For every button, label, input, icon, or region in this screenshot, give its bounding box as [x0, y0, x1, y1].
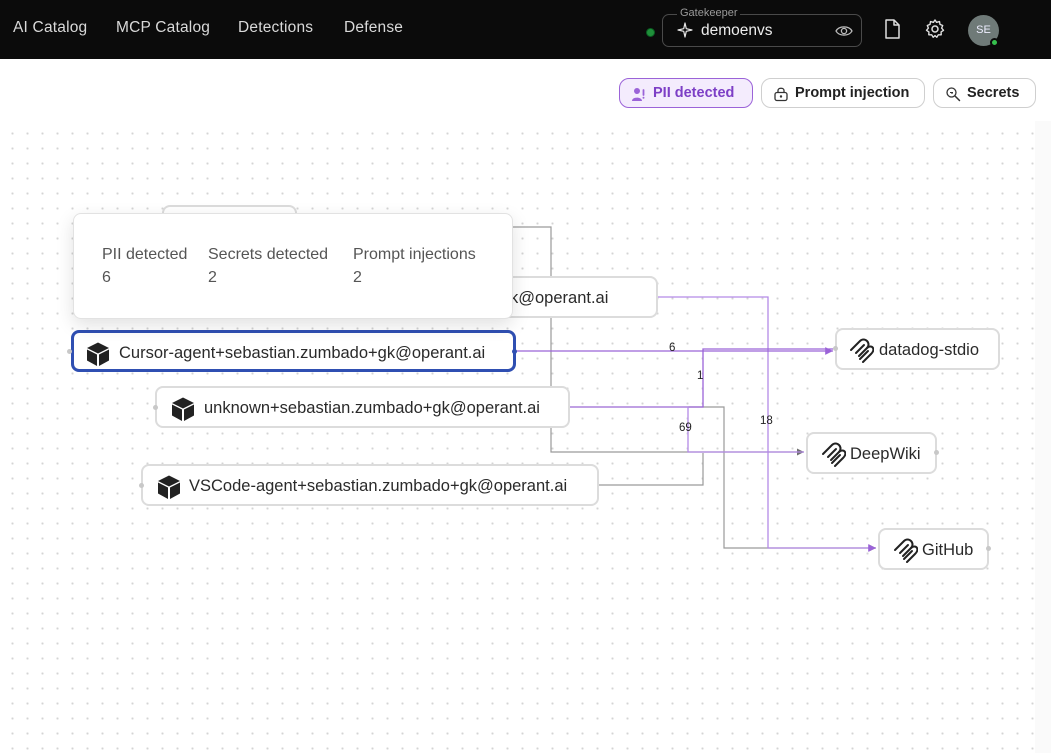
user-pii-icon: [632, 88, 645, 101]
server-node-label: datadog-stdio: [879, 341, 979, 359]
mcp-icon: [850, 338, 874, 363]
tooltip-stat-value: 2: [353, 269, 362, 286]
mcp-icon: [822, 442, 846, 467]
tooltip-stat-value: 6: [102, 269, 111, 286]
agent-node-label: VSCode-agent+sebastian.zumbado+gk@operan…: [189, 477, 568, 495]
gear-icon[interactable]: [924, 18, 946, 40]
agent-node-label: Cursor-agent+sebastian.zumbado+gk@operan…: [119, 344, 486, 362]
package-icon: [87, 342, 109, 366]
agent-node-unknown[interactable]: unknown+sebastian.zumbado+gk@operant.ai: [155, 386, 570, 428]
filter-pii-detected[interactable]: PII detected: [619, 78, 753, 108]
package-icon: [172, 397, 194, 421]
top-nav-bar: AI Catalog MCP Catalog Detections Defens…: [0, 0, 1051, 59]
server-node-label: DeepWiki: [850, 445, 921, 463]
document-icon[interactable]: [881, 18, 903, 40]
server-node-label: GitHub: [922, 541, 974, 559]
nav-mcp-catalog[interactable]: MCP Catalog: [116, 19, 210, 37]
node-handle-right[interactable]: [986, 546, 991, 551]
nav-detections[interactable]: Detections: [238, 19, 313, 37]
edge-label-unknown-datadog: 1: [697, 370, 704, 382]
sparkle-icon: [677, 22, 693, 38]
detection-stats-tooltip: PII detected 6 Secrets detected 2 Prompt…: [73, 213, 513, 319]
node-handle-right[interactable]: [512, 349, 517, 354]
agent-node-vscode[interactable]: VSCode-agent+sebastian.zumbado+gk@operan…: [141, 464, 599, 506]
edge-label-top-github: 18: [760, 415, 773, 427]
filter-secrets[interactable]: Secrets: [933, 78, 1036, 108]
filter-prompt-injection[interactable]: Prompt injection: [761, 78, 925, 108]
gatekeeper-value: demoenvs: [701, 22, 773, 39]
canvas-scroll-gutter: [1035, 121, 1051, 753]
filter-prompt-injection-label: Prompt injection: [795, 85, 910, 101]
node-handle-left[interactable]: [139, 483, 144, 488]
tooltip-stat-secrets: Secrets detected 2: [208, 246, 328, 287]
tooltip-stat-label: Secrets detected: [208, 246, 329, 263]
user-status-dot: [990, 38, 999, 47]
tooltip-stat-value: 2: [208, 269, 217, 286]
search-key-icon: [946, 87, 961, 102]
eye-icon[interactable]: [835, 23, 853, 39]
server-node-github[interactable]: GitHub: [878, 528, 989, 570]
nav-defense[interactable]: Defense: [344, 19, 403, 37]
edge-label-cursor-datadog: 6: [669, 342, 676, 354]
tooltip-stat-pii: PII detected 6: [102, 246, 187, 287]
agent-node-cursor[interactable]: Cursor-agent+sebastian.zumbado+gk@operan…: [71, 330, 516, 372]
tooltip-stat-label: Prompt injections: [353, 246, 476, 263]
gatekeeper-status-dot: [646, 28, 655, 37]
filter-pii-label: PII detected: [653, 85, 735, 101]
tooltip-stat-label: PII detected: [102, 246, 188, 263]
package-icon: [158, 475, 180, 499]
gatekeeper-legend: Gatekeeper: [677, 7, 741, 19]
filter-secrets-label: Secrets: [967, 85, 1020, 101]
node-handle-left[interactable]: [153, 405, 158, 410]
node-handle-right[interactable]: [934, 450, 939, 455]
server-node-deepwiki[interactable]: DeepWiki: [806, 432, 937, 474]
agent-node-label: unknown+sebastian.zumbado+gk@operant.ai: [204, 399, 540, 417]
gatekeeper-select[interactable]: Gatekeeper demoenvs: [662, 7, 862, 47]
lock-injection-icon: [774, 87, 788, 102]
tooltip-stat-prompt-injections: Prompt injections 2: [353, 246, 476, 287]
server-node-datadog[interactable]: datadog-stdio: [835, 328, 1000, 370]
node-handle-left[interactable]: [67, 349, 72, 354]
mcp-icon: [894, 538, 918, 563]
node-handle-left[interactable]: [833, 346, 838, 351]
nav-ai-catalog[interactable]: AI Catalog: [13, 19, 87, 37]
edge-label-unknown-deepwiki: 69: [679, 422, 692, 434]
